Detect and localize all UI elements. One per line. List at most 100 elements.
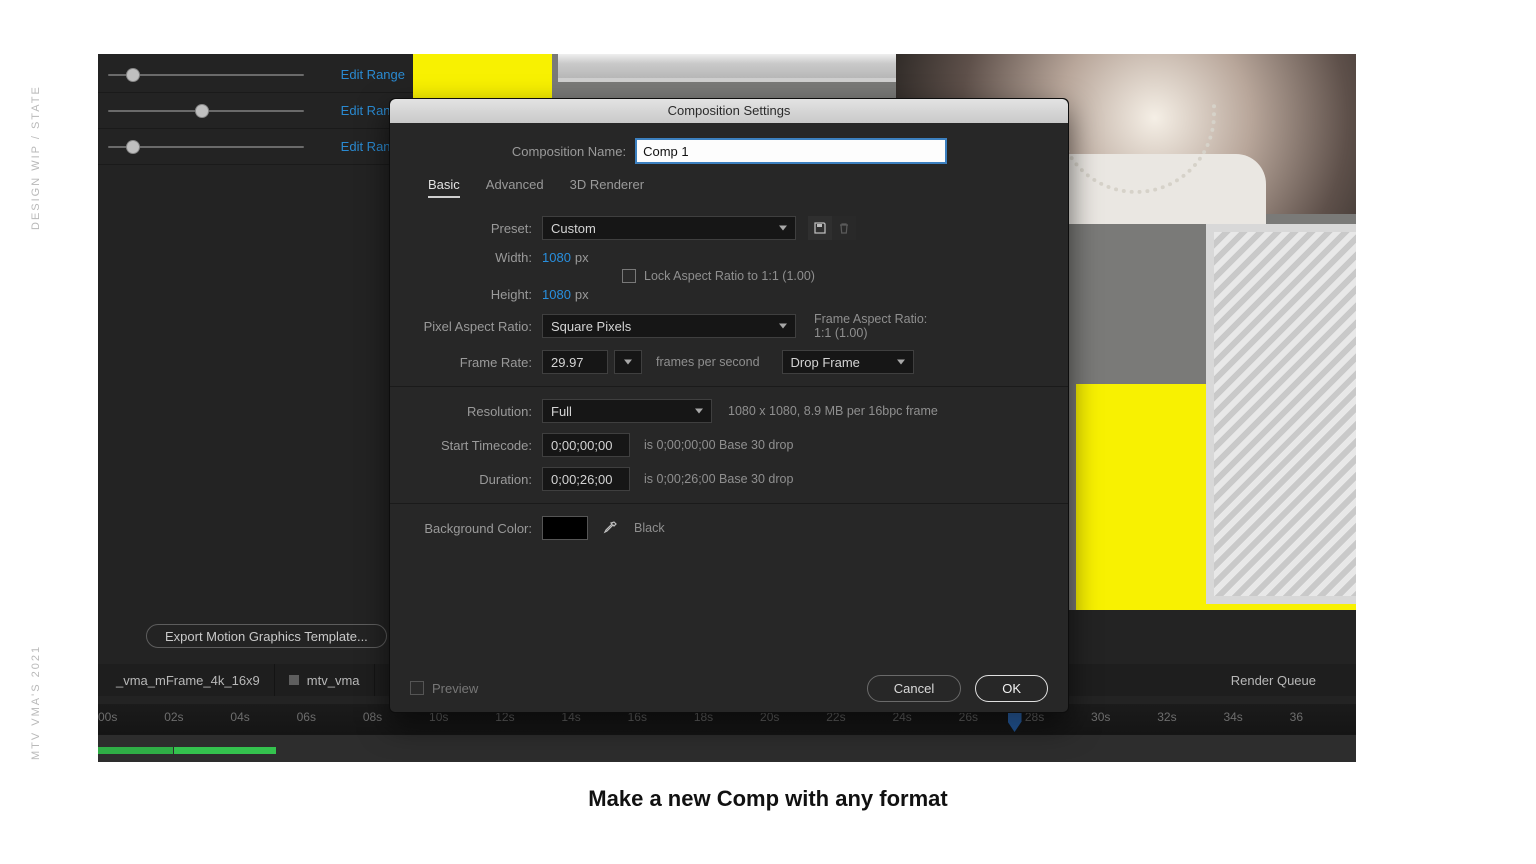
comp-color-swatch bbox=[289, 675, 299, 685]
chevron-down-icon bbox=[897, 360, 905, 365]
slide-label-top: DESIGN WIP / STATE bbox=[30, 85, 42, 230]
ok-button[interactable]: OK bbox=[975, 675, 1048, 702]
slider-track[interactable] bbox=[108, 74, 304, 76]
dropframe-select[interactable]: Drop Frame bbox=[782, 350, 914, 374]
tab-advanced[interactable]: Advanced bbox=[486, 177, 544, 198]
preview-toggle[interactable]: Preview bbox=[410, 681, 478, 696]
tab-3d-renderer[interactable]: 3D Renderer bbox=[570, 177, 644, 198]
work-area-bar[interactable] bbox=[174, 747, 276, 754]
width-unit: px bbox=[575, 250, 589, 265]
cancel-label: Cancel bbox=[894, 681, 934, 696]
chevron-down-icon bbox=[779, 226, 787, 231]
left-panel: Edit Range Edit Range Edit Range bbox=[98, 54, 413, 610]
width-label: Width: bbox=[412, 250, 542, 265]
resolution-value: Full bbox=[551, 404, 572, 419]
time-mark: 00s bbox=[98, 704, 164, 734]
time-mark: 34s bbox=[1223, 704, 1289, 734]
resolution-hint: 1080 x 1080, 8.9 MB per 16bpc frame bbox=[728, 404, 938, 418]
dialog-tabs: Basic Advanced 3D Renderer bbox=[428, 177, 1046, 198]
comp-name-input[interactable] bbox=[636, 139, 946, 163]
time-mark: 06s bbox=[297, 704, 363, 734]
framerate-value: 29.97 bbox=[551, 355, 584, 370]
save-preset-button[interactable] bbox=[808, 216, 832, 240]
slider-thumb[interactable] bbox=[126, 140, 140, 154]
duration-label: Duration: bbox=[412, 472, 542, 487]
par-value: Square Pixels bbox=[551, 319, 631, 334]
comp-tab[interactable]: mtv_vma bbox=[275, 664, 375, 696]
bgcolor-label: Background Color: bbox=[412, 521, 542, 536]
start-tc-input[interactable]: 0;00;00;00 bbox=[542, 433, 630, 457]
start-tc-hint: is 0;00;00;00 Base 30 drop bbox=[644, 438, 793, 452]
preset-select[interactable]: Custom bbox=[542, 216, 796, 240]
slider-thumb[interactable] bbox=[126, 68, 140, 82]
ae-screenshot: Edit Range Edit Range Edit Range Export … bbox=[98, 54, 1356, 762]
comp-tab-label: _vma_mFrame_4k_16x9 bbox=[116, 673, 260, 688]
preview-checkbox[interactable] bbox=[410, 681, 424, 695]
timeline-bar bbox=[98, 734, 1356, 762]
slider-row: Edit Range bbox=[98, 57, 413, 93]
comp-name-label: Composition Name: bbox=[512, 144, 636, 159]
height-unit: px bbox=[575, 287, 589, 302]
framerate-label: Frame Rate: bbox=[412, 355, 542, 370]
dialog-titlebar: Composition Settings bbox=[390, 99, 1068, 123]
dialog-footer: Preview Cancel OK bbox=[390, 664, 1068, 712]
comp-tab[interactable]: _vma_mFrame_4k_16x9 bbox=[102, 664, 275, 696]
time-mark: 04s bbox=[230, 704, 296, 734]
cancel-button[interactable]: Cancel bbox=[867, 675, 961, 702]
frame-ar-info: Frame Aspect Ratio: 1:1 (1.00) bbox=[814, 312, 927, 340]
lock-aspect-label: Lock Aspect Ratio to 1:1 (1.00) bbox=[644, 269, 815, 283]
time-mark: 30s bbox=[1091, 704, 1157, 734]
duration-input[interactable]: 0;00;26;00 bbox=[542, 467, 630, 491]
time-mark: 02s bbox=[164, 704, 230, 734]
graphic-yellow-top bbox=[411, 54, 552, 100]
preset-value: Custom bbox=[551, 221, 596, 236]
graphic-silver-frame-right bbox=[1206, 224, 1356, 604]
slider-row: Edit Range bbox=[98, 93, 413, 129]
slider-thumb[interactable] bbox=[195, 104, 209, 118]
delete-preset-button[interactable] bbox=[832, 216, 856, 240]
tab-basic[interactable]: Basic bbox=[428, 177, 460, 198]
chevron-down-icon bbox=[695, 409, 703, 414]
time-mark: 36 bbox=[1290, 704, 1356, 734]
par-select[interactable]: Square Pixels bbox=[542, 314, 796, 338]
frame-ar-value: 1:1 (1.00) bbox=[814, 326, 927, 340]
resolution-select[interactable]: Full bbox=[542, 399, 712, 423]
edit-range-link[interactable]: Edit Range bbox=[341, 67, 405, 82]
work-area-bar[interactable] bbox=[98, 747, 173, 754]
width-value[interactable]: 1080 bbox=[542, 250, 571, 265]
slide-label-bottom: MTV VMA's 2021 bbox=[30, 645, 42, 760]
preview-label: Preview bbox=[432, 681, 478, 696]
ok-label: OK bbox=[1002, 681, 1021, 696]
resolution-label: Resolution: bbox=[412, 404, 542, 419]
export-template-button[interactable]: Export Motion Graphics Template... bbox=[146, 624, 387, 648]
height-label: Height: bbox=[412, 287, 542, 302]
comp-tab-label: mtv_vma bbox=[307, 673, 360, 688]
dropframe-value: Drop Frame bbox=[791, 355, 860, 370]
slider-track[interactable] bbox=[108, 110, 304, 112]
duration-value: 0;00;26;00 bbox=[551, 472, 612, 487]
start-tc-label: Start Timecode: bbox=[412, 438, 542, 453]
eyedropper-button[interactable] bbox=[598, 516, 622, 540]
slider-track[interactable] bbox=[108, 146, 304, 148]
bgcolor-swatch[interactable] bbox=[542, 516, 588, 540]
chevron-down-icon bbox=[779, 324, 787, 329]
par-label: Pixel Aspect Ratio: bbox=[412, 319, 542, 334]
export-template-label: Export Motion Graphics Template... bbox=[165, 629, 368, 644]
frame-ar-label: Frame Aspect Ratio: bbox=[814, 312, 927, 326]
chevron-down-icon bbox=[624, 360, 632, 365]
slide-caption: Make a new Comp with any format bbox=[0, 786, 1536, 812]
preset-label: Preset: bbox=[412, 221, 542, 236]
start-tc-value: 0;00;00;00 bbox=[551, 438, 612, 453]
bgcolor-name: Black bbox=[634, 521, 665, 535]
framerate-input[interactable]: 29.97 bbox=[542, 350, 608, 374]
height-value[interactable]: 1080 bbox=[542, 287, 571, 302]
framerate-dropdown[interactable] bbox=[614, 350, 642, 374]
render-queue-label: Render Queue bbox=[1231, 673, 1316, 688]
render-queue-tab[interactable]: Render Queue bbox=[1231, 673, 1356, 688]
duration-hint: is 0;00;26;00 Base 30 drop bbox=[644, 472, 793, 486]
lock-aspect-checkbox[interactable] bbox=[622, 269, 636, 283]
composition-settings-dialog: Composition Settings Composition Name: B… bbox=[389, 98, 1069, 713]
time-mark: 32s bbox=[1157, 704, 1223, 734]
framerate-unit: frames per second bbox=[656, 355, 760, 369]
slider-row: Edit Range bbox=[98, 129, 413, 165]
